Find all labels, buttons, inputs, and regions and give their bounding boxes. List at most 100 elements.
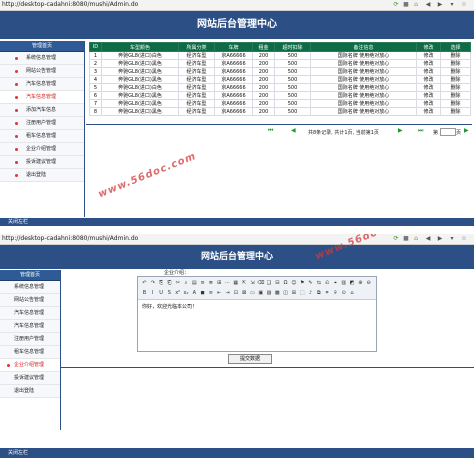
editor-tool-icon[interactable]: ⊞ (216, 280, 223, 286)
editor-tool-icon[interactable]: ◫ (282, 290, 289, 296)
menu-icon[interactable]: ▾ (448, 1, 456, 9)
editor-tool-icon[interactable]: ⋯ (224, 280, 231, 286)
delete-link[interactable]: 删除 (440, 107, 471, 116)
sidebar-item-cars[interactable]: 汽车信息管理 (0, 78, 84, 91)
editor-tool-icon[interactable]: ⊠ (241, 290, 248, 296)
editor-tool-icon[interactable]: x₂ (183, 290, 190, 296)
delete-link[interactable]: 删除 (440, 83, 471, 92)
editor-tool-icon[interactable]: x² (174, 290, 181, 296)
editor-tool-icon[interactable]: ▭ (249, 290, 256, 296)
editor-tool-icon[interactable]: ✎ (307, 280, 314, 286)
edit-link[interactable]: 修改 (416, 59, 441, 68)
editor-tool-icon[interactable]: ❑ (266, 280, 273, 286)
editor-tool-icon[interactable]: ⊡ (232, 290, 239, 296)
editor-tool-icon[interactable]: ▩ (274, 290, 281, 296)
editor-tool-icon[interactable]: ⇥ (224, 290, 231, 296)
editor-content[interactable]: 你好，欢迎光临本公司！ (138, 300, 376, 313)
back-icon[interactable]: ◀ (424, 1, 432, 9)
toggle-sidebar-link[interactable]: 关闭左栏 (8, 450, 28, 456)
editor-tool-icon[interactable]: ▥ (340, 280, 347, 286)
editor-tool-icon[interactable]: ⎗ (166, 280, 173, 286)
editor-tool-icon[interactable]: ⌖ (332, 280, 339, 286)
delete-link[interactable]: 删除 (440, 59, 471, 68)
rich-text-editor[interactable]: ↶ ↷ ⎘ ⎗ ✂ ⌕ ▤ ≡ ≣ ⊞ ⋯ ▦ ⇱ ⇲ ⌫ ❑ ⊟ Ω ☺ ⚑ ✎ ⇆ ⎌ ⌖ ▥ ◩ ⊕ ⊖ B I U Sx² x₂ A ◼ ≡ ⇤… (137, 276, 377, 352)
address-url[interactable]: http://desktop-cadahni:8080/mushi/Admin.… (2, 234, 138, 244)
sidebar-item-cars[interactable]: 汽车信息管理 (0, 307, 60, 320)
refresh-icon[interactable]: ⟳ (392, 1, 400, 9)
editor-tool-icon[interactable]: ⌕ (183, 280, 190, 286)
sidebar-item-cars-selected[interactable]: 汽车信息管理 (0, 91, 84, 104)
editor-tool-icon[interactable]: ⌫ (257, 280, 264, 286)
edit-link[interactable]: 修改 (416, 99, 441, 108)
editor-tool-icon[interactable]: ⊟ (274, 280, 281, 286)
address-url[interactable]: http://desktop-cadahni:8080/mushi/Admin.… (2, 0, 138, 10)
editor-tool-icon[interactable]: ⚑ (299, 280, 306, 286)
delete-link[interactable]: 删除 (440, 67, 471, 76)
sidebar-item-users[interactable]: 注册用户管理 (0, 333, 60, 346)
home-icon[interactable]: ⌂ (412, 235, 420, 243)
sidebar-item-rentals[interactable]: 租车信息管理 (0, 130, 84, 143)
address-bar[interactable]: http://desktop-cadahni:8080/mushi/Admin.… (0, 0, 474, 11)
editor-tool-icon[interactable]: ♪ (307, 290, 314, 296)
editor-tool-icon[interactable]: ▤ (191, 280, 198, 286)
edit-link[interactable]: 修改 (416, 83, 441, 92)
editor-tool-icon[interactable]: S (166, 290, 173, 296)
editor-tool-icon[interactable]: ⧉ (315, 290, 322, 296)
stop-icon[interactable]: ■ (402, 1, 410, 9)
sidebar-item-notice[interactable]: 网站公告管理 (0, 65, 84, 78)
page-last-icon[interactable]: ⏭ (418, 127, 423, 135)
editor-tool-icon[interactable]: ⊞ (290, 290, 297, 296)
editor-tool-icon[interactable]: U (158, 290, 165, 296)
editor-tool-icon[interactable]: ↷ (149, 280, 156, 286)
editor-tool-icon[interactable]: Ω (282, 280, 289, 286)
sidebar-item-system[interactable]: 系统信息管理 (0, 281, 60, 294)
toggle-sidebar-link[interactable]: 关闭左栏 (8, 219, 28, 225)
page-next-icon[interactable]: ▶ (398, 127, 403, 134)
editor-tool-icon[interactable]: A (191, 290, 198, 296)
delete-link[interactable]: 删除 (440, 51, 471, 60)
editor-tool-icon[interactable]: ◼ (199, 290, 206, 296)
editor-tool-icon[interactable]: ⊙ (340, 290, 347, 296)
stop-icon[interactable]: ■ (402, 235, 410, 243)
editor-tool-icon[interactable]: ▦ (232, 280, 239, 286)
sidebar-item-notice[interactable]: 网站公告管理 (0, 294, 60, 307)
edit-link[interactable]: 修改 (416, 67, 441, 76)
editor-tool-icon[interactable]: ⎌ (324, 280, 331, 286)
forward-icon[interactable]: ▶ (436, 1, 444, 9)
editor-tool-icon[interactable]: ✂ (174, 280, 181, 286)
editor-tool-icon[interactable]: ⎘ (158, 280, 165, 286)
edit-link[interactable]: 修改 (416, 75, 441, 84)
sidebar-item-users[interactable]: 注册用户管理 (0, 117, 84, 130)
sidebar-item-system[interactable]: 系统信息管理 (0, 52, 84, 65)
sidebar-item-complaints[interactable]: 投诉建议管理 (0, 156, 84, 169)
editor-tool-icon[interactable]: ⌗ (324, 290, 331, 296)
editor-tool-icon[interactable]: ◩ (349, 280, 356, 286)
editor-tool-icon[interactable]: ▣ (257, 290, 264, 296)
editor-tool-icon[interactable]: ⇆ (315, 280, 322, 286)
edit-link[interactable]: 修改 (416, 91, 441, 100)
delete-link[interactable]: 删除 (440, 75, 471, 84)
editor-tool-icon[interactable]: ☺ (290, 280, 297, 286)
menu-icon[interactable]: ▾ (448, 235, 456, 243)
edit-link[interactable]: 修改 (416, 107, 441, 116)
sidebar-title[interactable]: 管理首页 (0, 41, 84, 52)
submit-button[interactable]: 提交数据 (228, 354, 272, 364)
star-icon[interactable]: ☆ (460, 1, 468, 9)
editor-tool-icon[interactable]: ⊕ (357, 280, 364, 286)
sidebar-item-cars-2[interactable]: 汽车信息管理 (0, 320, 60, 333)
page-prev-icon[interactable]: ◀ (291, 127, 296, 134)
page-go-icon[interactable]: ▶ (464, 127, 469, 134)
page-number-input[interactable] (440, 128, 456, 136)
star-icon[interactable]: ☆ (460, 235, 468, 243)
edit-link[interactable]: 修改 (416, 51, 441, 60)
editor-tool-icon[interactable]: ⊖ (365, 280, 372, 286)
editor-tool-icon[interactable]: ≡ (199, 280, 206, 286)
editor-tool-icon[interactable]: ▨ (266, 290, 273, 296)
editor-tool-icon[interactable]: B (141, 290, 148, 296)
home-icon[interactable]: ⌂ (412, 1, 420, 9)
address-bar[interactable]: http://desktop-cadahni:8080/mushi/Admin.… (0, 234, 474, 245)
back-icon[interactable]: ◀ (424, 235, 432, 243)
sidebar-item-add-car[interactable]: 添加汽车信息 (0, 104, 84, 117)
editor-tool-icon[interactable]: ⍟ (332, 290, 339, 296)
sidebar-item-rentals[interactable]: 租车信息管理 (0, 346, 60, 359)
